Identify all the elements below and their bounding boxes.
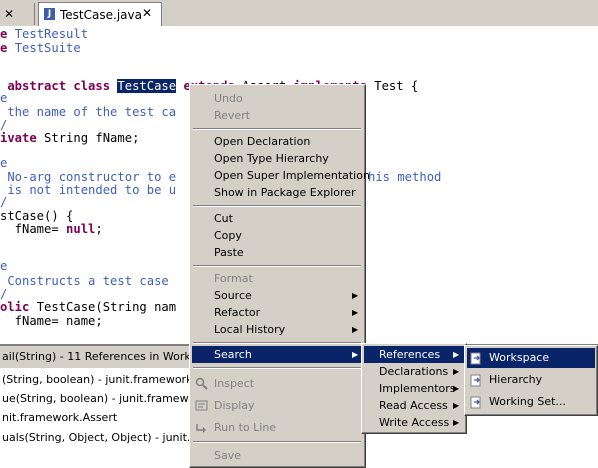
menu-item-undo: Undo <box>214 92 243 105</box>
menu-item-copy[interactable]: Copy <box>192 227 362 244</box>
menu-item-search[interactable]: Search ▶ <box>192 346 361 363</box>
search-references-icon <box>470 396 481 409</box>
menu-item-cut[interactable]: Cut <box>192 210 362 227</box>
submenu-arrow-icon: ▶ <box>352 308 359 317</box>
tab-previous[interactable]: ✕ <box>0 3 35 25</box>
submenu-arrow-icon: ▶ <box>453 350 460 359</box>
menu-item-show-in-package-explorer[interactable]: Show in Package Explorer <box>192 184 362 201</box>
menu-item-revert: Revert <box>214 109 251 122</box>
submenu-arrow-icon: ▶ <box>352 325 359 334</box>
menu-item-working-set[interactable]: Working Set... <box>467 392 595 412</box>
tab-label: TestCase.java <box>60 8 142 22</box>
references-submenu: Workspace Hierarchy Working Set... <box>464 345 598 416</box>
menu-item-format: Format <box>214 272 253 285</box>
menu-separator <box>193 128 361 130</box>
search-submenu: References ▶ Declarations ▶ Implementors ▶ … <box>361 343 467 434</box>
menu-separator <box>193 367 361 369</box>
menu-separator <box>193 205 361 207</box>
menu-item-local-history[interactable]: Local History ▶ <box>192 321 362 338</box>
submenu-arrow-icon: ▶ <box>453 384 460 393</box>
result-row[interactable]: nit.framework.Assert <box>2 411 117 424</box>
submenu-arrow-icon: ▶ <box>453 367 460 376</box>
inspect-icon <box>195 377 208 390</box>
selected-word: TestCase <box>117 79 177 93</box>
display-icon <box>195 400 208 411</box>
search-references-icon <box>470 352 481 365</box>
menu-item-read-access[interactable]: Read Access ▶ <box>364 397 464 414</box>
menu-item-write-access[interactable]: Write Access ▶ <box>364 414 464 431</box>
menu-item-source[interactable]: Source ▶ <box>192 287 362 304</box>
menu-separator <box>193 441 361 443</box>
close-icon[interactable]: ✕ <box>4 7 14 21</box>
menu-separator <box>193 265 361 267</box>
menu-item-open-declaration[interactable]: Open Declaration <box>192 133 362 150</box>
code-line: the name of the test ca <box>0 105 177 119</box>
code-line: fName= name; <box>0 314 103 328</box>
code-line: his method <box>368 170 442 184</box>
menu-item-display: Display <box>192 397 362 414</box>
code-line: e <box>0 259 8 273</box>
menu-item-inspect: Inspect <box>192 375 362 392</box>
menu-item-references[interactable]: References ▶ <box>364 346 464 363</box>
menu-item-save: Save <box>214 449 242 462</box>
java-file-icon: J <box>44 8 55 20</box>
menu-item-run-to-line: Run to Line <box>192 419 362 436</box>
submenu-arrow-icon: ▶ <box>352 291 359 300</box>
code-line: is not intended to be u <box>0 183 177 197</box>
menu-item-paste[interactable]: Paste <box>192 244 362 261</box>
submenu-arrow-icon: ▶ <box>453 418 460 427</box>
editor-tab-bar: ✕ J TestCase.java ✕ <box>0 0 598 27</box>
menu-item-hierarchy[interactable]: Hierarchy <box>467 370 595 390</box>
code-line: e TestSuite <box>0 41 81 55</box>
submenu-arrow-icon: ▶ <box>453 401 460 410</box>
menu-item-refactor[interactable]: Refactor ▶ <box>192 304 362 321</box>
run-to-line-icon <box>196 424 206 433</box>
menu-item-declarations[interactable]: Declarations ▶ <box>364 363 464 380</box>
code-line: fName= null; <box>0 222 103 236</box>
code-line: ivate String fName; <box>0 131 140 145</box>
tab-testcase-java[interactable]: J TestCase.java ✕ <box>38 2 162 27</box>
result-row[interactable]: ue(String, boolean) - junit.framework.A <box>2 392 217 405</box>
search-references-icon <box>470 374 481 387</box>
result-row[interactable]: uals(String, Object, Object) - junit.fra… <box>2 431 216 444</box>
context-menu: Undo Revert Open Declaration Open Type H… <box>189 84 370 468</box>
submenu-arrow-icon: ▶ <box>352 350 359 359</box>
menu-item-workspace[interactable]: Workspace <box>467 348 595 368</box>
menu-item-open-super-implementation[interactable]: Open Super Implementation <box>192 167 370 184</box>
menu-item-open-type-hierarchy[interactable]: Open Type Hierarchy <box>192 150 362 167</box>
code-line: Constructs a test case <box>0 274 169 288</box>
menu-item-implementors[interactable]: Implementors ▶ <box>364 380 464 397</box>
menu-separator <box>193 342 361 344</box>
close-icon[interactable]: ✕ <box>142 6 152 20</box>
